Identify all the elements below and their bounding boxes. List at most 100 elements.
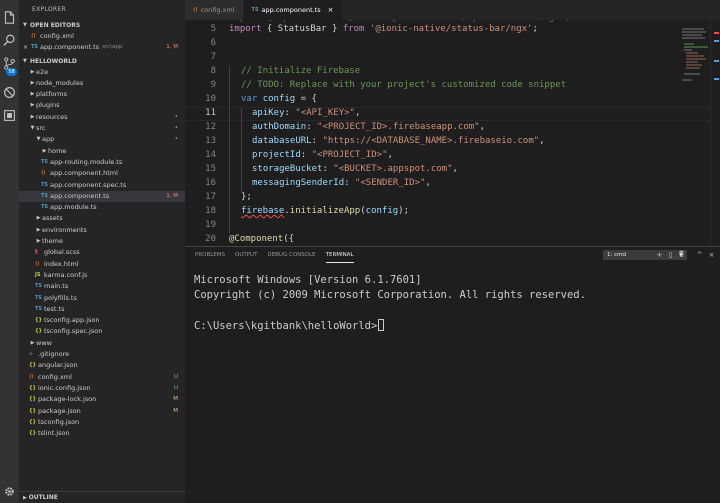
line-number: 13 (205, 136, 216, 146)
status-badge: U (173, 373, 178, 380)
tree-file[interactable]: TS app.component.ts 1, M (19, 190, 185, 203)
json-file-icon: {} (29, 396, 37, 403)
tab-output[interactable]: OUTPUT (235, 247, 257, 263)
tree-file[interactable]: § global.scss (19, 247, 185, 258)
tree-file[interactable]: ⟨⟩ config.xml U (19, 372, 185, 383)
code-line-8: // Initialize Firebase (241, 66, 361, 76)
tab-terminal[interactable]: TERMINAL (325, 247, 354, 263)
extensions-icon[interactable] (2, 108, 17, 123)
tree-folder[interactable]: ▶ e2e (19, 67, 185, 78)
tree-file[interactable]: JS karma.conf.js (19, 270, 185, 281)
tree-folder[interactable]: ▶ www (19, 338, 185, 349)
tree-item-label: .gitignore (38, 350, 70, 359)
minimap[interactable] (682, 20, 710, 246)
tree-item-label: polyfills.ts (44, 293, 77, 302)
tree-file[interactable]: ⟨⟩ index.html (19, 259, 185, 270)
tree-item-label: tsconfig.json (38, 417, 80, 426)
line-number: 17 (205, 192, 216, 202)
tree-folder[interactable]: ▶ resources • (19, 112, 185, 123)
ts-file-icon: TS (41, 204, 49, 211)
tree-folder[interactable]: ▶ environments (19, 225, 185, 236)
tree-folder[interactable]: ▶ platforms (19, 89, 185, 100)
close-panel-icon[interactable]: × (707, 250, 716, 260)
explorer-icon[interactable] (2, 10, 17, 25)
tree-folder[interactable]: ▶ plugins (19, 100, 185, 111)
scss-file-icon: § (35, 249, 38, 256)
debug-icon[interactable] (2, 85, 17, 100)
code-line-11: apiKey: "<API_KEY>", (252, 108, 361, 118)
json-file-icon: {} (29, 418, 37, 425)
tree-file[interactable]: {} tsconfig.app.json (19, 315, 185, 326)
git-file-icon: ◆ (29, 351, 33, 358)
project-header[interactable]: ▼ HELLOWORLD (19, 56, 185, 67)
close-icon[interactable]: × (23, 42, 31, 53)
tab-app-component-ts[interactable]: TS app.component.ts × (243, 0, 343, 20)
tree-item-label: main.ts (44, 282, 69, 291)
tree-file[interactable]: TS main.ts (19, 281, 185, 292)
chevron-right-icon: ▶ (30, 91, 35, 98)
tab-debug-console[interactable]: DEBUG CONSOLE (267, 247, 315, 263)
chevron-right-icon: ▶ (36, 238, 41, 245)
indent-guide (241, 108, 242, 192)
open-editor-path: src\app (102, 44, 123, 51)
bottom-panel: PROBLEMS OUTPUT DEBUG CONSOLE TERMINAL 1… (185, 246, 720, 503)
status-badge: M (173, 407, 178, 414)
open-editor-item[interactable]: × TS app.component.ts src\app 1, M (19, 42, 185, 53)
status-badge: 1, M (166, 44, 178, 51)
code-editor[interactable]: 5 6 7 8 9 10 11 12 13 14 15 16 17 18 19 20 import { Spl… (185, 20, 720, 246)
tree-folder[interactable]: ▶ node_modules (19, 78, 185, 89)
tree-folder[interactable]: ▶ assets (19, 213, 185, 224)
tree-folder[interactable]: ▼ app • (19, 134, 185, 145)
tree-file[interactable]: TS app.module.ts (19, 202, 185, 213)
tree-folder[interactable]: ▶ theme (19, 236, 185, 247)
tree-file[interactable]: TS polyfills.ts (19, 293, 185, 304)
editor-scrollbar[interactable] (710, 20, 720, 246)
chevron-down-icon: ▼ (23, 57, 27, 64)
tree-file[interactable]: TS app-routing.module.ts (19, 157, 185, 168)
tree-item-label: plugins (36, 101, 60, 110)
kill-terminal-icon[interactable] (677, 250, 686, 260)
tree-item-label: app.component.ts (50, 191, 110, 200)
status-badge: 1, M (166, 192, 178, 199)
tree-file[interactable]: ⟨⟩ app.component.html (19, 168, 185, 179)
code-line-14: projectId: "<PROJECT_ID>", (252, 150, 393, 160)
tree-file[interactable]: TS app.component.spec.ts (19, 180, 185, 191)
open-editor-label: config.xml (40, 32, 74, 40)
html-file-icon: ⟨⟩ (41, 170, 46, 177)
search-icon[interactable] (2, 33, 17, 48)
tab-problems[interactable]: PROBLEMS (195, 247, 225, 263)
terminal-prompt-line: C:\Users\kgitbank\helloWorld> (194, 318, 586, 334)
tree-file[interactable]: {} tsconfig.json (19, 417, 185, 428)
tab-config-xml[interactable]: ⟨⟩ config.xml (185, 0, 244, 20)
tree-folder[interactable]: ▶ home (19, 146, 185, 157)
outline-header[interactable]: ▶ OUTLINE (19, 491, 185, 503)
ts-file-icon: TS (35, 294, 43, 301)
html-file-icon: ⟨⟩ (35, 260, 40, 267)
tree-item-label: app.component.html (50, 169, 118, 178)
tree-folder[interactable]: ▼ src • (19, 123, 185, 134)
open-editor-item[interactable]: ⟨⟩ config.xml (19, 31, 185, 42)
new-terminal-icon[interactable]: + (655, 250, 664, 260)
tree-file[interactable]: TS test.ts (19, 304, 185, 315)
close-icon[interactable]: × (328, 0, 334, 20)
status-badge: • (174, 113, 178, 120)
split-terminal-icon[interactable]: ▯ (666, 250, 675, 260)
tree-file[interactable]: {} angular.json (19, 360, 185, 371)
settings-gear-icon[interactable] (2, 484, 17, 499)
terminal-line: Microsoft Windows [Version 6.1.7601] (194, 274, 422, 286)
tree-file[interactable]: ◆ .gitignore (19, 349, 185, 360)
tree-item-label: e2e (36, 67, 49, 76)
open-editor-label: app.component.ts (40, 43, 100, 52)
explorer-title: EXPLORER (32, 6, 66, 13)
maximize-panel-icon[interactable]: ^ (695, 250, 704, 260)
tree-file[interactable]: {} tsconfig.spec.json (19, 326, 185, 337)
tree-file[interactable]: {} package.json M (19, 406, 185, 417)
open-editors-header[interactable]: ▼ OPEN EDITORS (19, 20, 185, 31)
tree-file[interactable]: {} tslint.json (19, 428, 185, 439)
tree-file[interactable]: {} package-lock.json M (19, 394, 185, 405)
ts-file-icon: TS (31, 44, 39, 51)
open-editors-title: OPEN EDITORS (30, 22, 81, 29)
tree-file[interactable]: {} ionic.config.json U (19, 383, 185, 394)
terminal-line: Copyright (c) 2009 Microsoft Corporation… (194, 289, 586, 302)
terminal-output[interactable]: Microsoft Windows [Version 6.1.7601] Copy… (194, 273, 586, 334)
